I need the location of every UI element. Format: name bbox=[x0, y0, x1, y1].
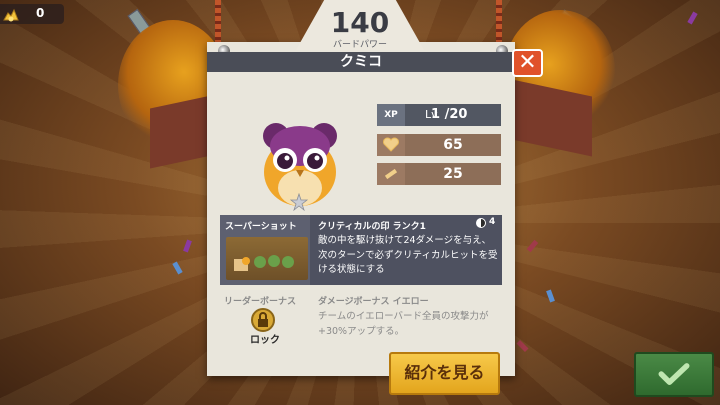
close-icon: ✕ bbox=[518, 50, 537, 75]
level-stat: XP Lv 1 /20 bbox=[377, 104, 501, 126]
super-shot-description: 敵の中を駆け抜けて24ダメージを与え、次のターンで必ずクリティカルヒットを受ける… bbox=[318, 235, 498, 275]
leader-bonus-name: ダメージボーナス イエロー bbox=[318, 297, 429, 307]
currency-amount: 0 bbox=[36, 6, 45, 20]
bird-power-label: バードパワー bbox=[332, 40, 387, 50]
bird-power-value: 140 bbox=[330, 6, 390, 39]
checkmark-icon bbox=[658, 363, 690, 385]
moon-icon bbox=[476, 218, 486, 228]
view-introduction-button[interactable]: 紹介を見る bbox=[389, 352, 500, 395]
lock-label: ロック bbox=[250, 335, 280, 346]
attack-value: 25 bbox=[443, 166, 463, 182]
super-shot-title: スーパーショット bbox=[225, 222, 297, 232]
super-shot-illustration bbox=[234, 255, 294, 271]
health-value: 65 bbox=[443, 137, 463, 153]
super-shot-name: クリティカルの印 ランク1 bbox=[318, 222, 426, 232]
gold-pile-icon bbox=[3, 8, 19, 22]
currency-counter: 0 bbox=[0, 4, 64, 24]
bird-name: クミコ bbox=[340, 54, 382, 70]
star-icon bbox=[290, 193, 308, 211]
level-value: 1 /20 bbox=[431, 107, 468, 122]
attack-stat: 25 bbox=[377, 163, 501, 185]
sword-icon bbox=[377, 163, 405, 185]
health-stat: 65 bbox=[377, 134, 501, 156]
lock-icon bbox=[251, 308, 275, 332]
leader-bonus-title: リーダーボーナス bbox=[224, 297, 297, 307]
leader-bonus-description: チームのイエローバード全員の攻撃力が+30%アップする。 bbox=[318, 311, 489, 337]
confirm-button[interactable] bbox=[634, 352, 714, 397]
super-shot-cost: 4 bbox=[489, 217, 496, 227]
heart-icon bbox=[377, 134, 405, 156]
xp-icon: XP bbox=[377, 104, 405, 126]
close-button[interactable]: ✕ bbox=[512, 49, 543, 77]
super-shot-preview-image[interactable] bbox=[226, 237, 308, 280]
